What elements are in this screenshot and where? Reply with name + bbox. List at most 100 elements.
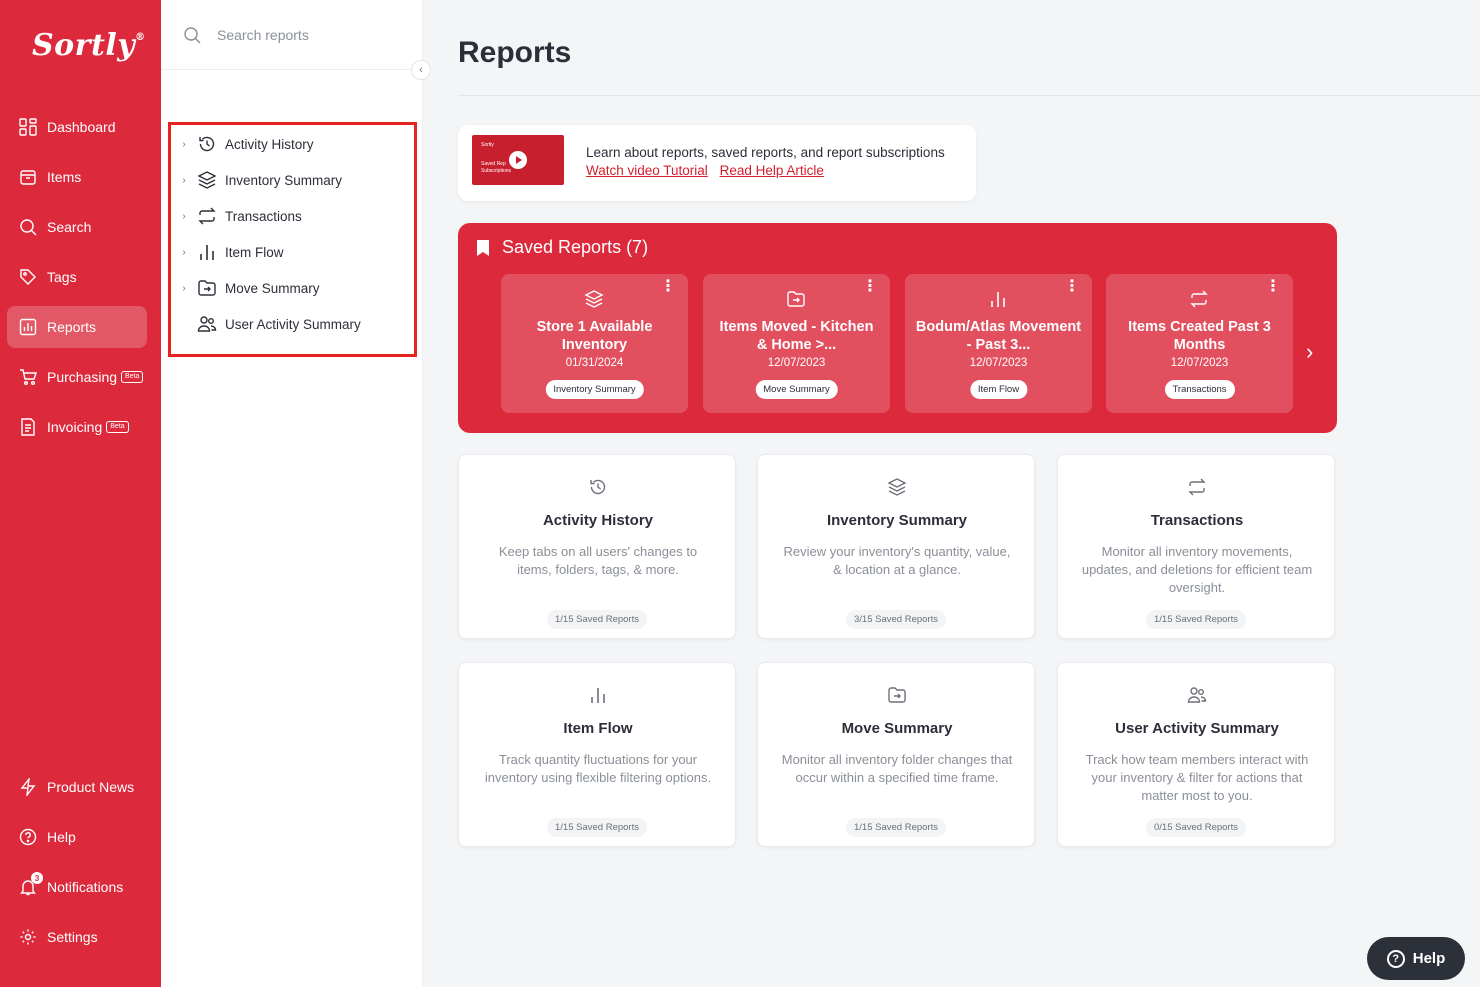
search-input[interactable] [217,26,397,43]
gear-icon [20,929,36,945]
report-card-title: User Activity Summary [1115,720,1279,737]
floating-help-button[interactable]: ? Help [1367,937,1465,980]
saved-report-date: 01/31/2024 [565,357,624,369]
divider [458,95,1480,96]
nav-label: Purchasing [47,369,118,385]
saved-count-badge: 0/15 Saved Reports [1146,818,1246,837]
sidebar: Sortly® Dashboard Items Search Tags Repo… [0,0,161,987]
tree-item-transactions[interactable]: › Transactions [171,201,411,231]
report-card-description: Keep tabs on all users' changes to items… [498,544,698,577]
layers-icon [197,171,217,189]
nav-invoicing[interactable]: Invoicing Beta [7,406,147,448]
saved-report-card[interactable]: ⋮ Store 1 Available Inventory 01/31/2024… [501,274,688,413]
layers-icon [887,478,907,496]
reports-icon [19,318,37,336]
nav-purchasing[interactable]: Purchasing Beta [7,356,147,398]
nav-items[interactable]: Items [7,156,147,198]
chevron-right-icon[interactable]: › [171,247,197,258]
nav-label: Settings [47,929,98,945]
saved-report-date: 12/07/2023 [767,357,826,369]
nav-reports[interactable]: Reports [7,306,147,348]
collapse-panel-button[interactable]: ‹ [411,60,431,80]
main-content: Reports Sortly Saved Rep Subscriptions L… [423,0,1480,987]
search-bar [161,0,423,70]
nav-label: Search [47,219,92,235]
report-card-move-summary[interactable]: Move Summary Monitor all inventory folde… [757,662,1035,847]
nav-help[interactable]: Help [7,816,147,858]
report-card-user-activity-summary[interactable]: User Activity Summary Track how team mem… [1057,662,1335,847]
nav-label: Reports [47,319,97,335]
search-icon [20,219,37,236]
saved-count-badge: 1/15 Saved Reports [547,818,647,837]
dashboard-icon [19,118,37,136]
nav-product-news[interactable]: Product News [7,766,147,808]
nav-label: Tags [47,269,77,285]
folder-move-icon [198,280,216,296]
saved-report-title: Bodum/Atlas Movement - Past 3... [915,319,1082,353]
nav-search[interactable]: Search [7,206,147,248]
tree-item-move-summary[interactable]: › Move Summary [171,273,411,303]
saved-report-card[interactable]: ⋮ Items Created Past 3 Months 12/07/2023… [1106,274,1293,413]
report-card-activity-history[interactable]: Activity History Keep tabs on all users'… [458,454,736,639]
users-icon [1187,687,1207,703]
swap-icon [198,207,216,225]
sortly-logo[interactable]: Sortly® [32,28,146,63]
saved-report-card[interactable]: ⋮ Items Moved - Kitchen & Home >... 12/0… [703,274,890,413]
report-card-title: Activity History [542,512,654,529]
nav-label: Help [47,829,76,845]
tree-item-label: Inventory Summary [225,172,343,188]
chevron-right-icon[interactable]: › [171,211,197,222]
report-card-item-flow[interactable]: Item Flow Track quantity fluctuations fo… [458,662,736,847]
users-icon [197,316,217,332]
more-options-icon[interactable]: ⋮ [1064,279,1080,295]
saved-reports-title: Saved Reports (7) [502,237,649,257]
beta-badge: Beta [121,371,144,383]
watch-video-link[interactable]: Watch video Tutorial [586,163,708,178]
tree-item-label: User Activity Summary [225,316,361,332]
tree-item-item-flow[interactable]: › Item Flow [171,237,411,267]
history-icon [199,136,215,152]
nav-tags[interactable]: Tags [7,256,147,298]
nav-notifications[interactable]: 3 Notifications [7,866,147,908]
invoice-icon [21,418,35,436]
saved-report-card[interactable]: ⋮ Bodum/Atlas Movement - Past 3... 12/07… [905,274,1092,413]
report-card-title: Item Flow [563,720,633,737]
layers-icon [584,290,604,308]
chevron-right-icon[interactable]: › [1306,339,1313,365]
thumb-text: Sortly [481,142,494,148]
nav-settings[interactable]: Settings [7,916,147,958]
more-options-icon[interactable]: ⋮ [1265,279,1281,295]
play-icon[interactable] [509,151,527,169]
page-title: Reports [458,36,572,69]
report-card-description: Review your inventory's quantity, value,… [783,544,1011,577]
more-options-icon[interactable]: ⋮ [862,279,878,295]
report-card-inventory-summary[interactable]: Inventory Summary Review your inventory'… [757,454,1035,639]
chevron-right-icon[interactable]: › [171,139,197,150]
tree-item-label: Transactions [225,208,302,224]
bars-icon [591,688,605,703]
video-thumbnail[interactable]: Sortly Saved Rep Subscriptions [472,135,564,185]
tree-item-user-activity-summary[interactable]: User Activity Summary [171,309,411,339]
tag-icon [20,269,36,285]
report-card-description: Monitor all inventory movements, updates… [1081,544,1313,595]
nav-label: Dashboard [47,119,116,135]
chevron-right-icon[interactable]: › [171,175,197,186]
tree-item-label: Activity History [225,136,314,152]
bars-icon [200,245,214,260]
saved-count-badge: 1/15 Saved Reports [846,818,946,837]
nav-dashboard[interactable]: Dashboard [7,106,147,148]
tree-item-inventory-summary[interactable]: › Inventory Summary [171,165,411,195]
read-help-link[interactable]: Read Help Article [720,163,824,178]
bars-icon [991,292,1005,307]
tree-item-activity-history[interactable]: › Activity History [171,129,411,159]
report-card-transactions[interactable]: Transactions Monitor all inventory movem… [1057,454,1335,639]
question-icon: ? [1386,949,1405,968]
chevron-right-icon[interactable]: › [171,283,197,294]
bolt-icon [20,778,36,796]
swap-icon [1188,478,1206,496]
more-options-icon[interactable]: ⋮ [660,279,676,295]
tutorial-banner: Sortly Saved Rep Subscriptions Learn abo… [458,125,976,201]
report-card-description: Monitor all inventory folder changes tha… [781,752,1013,785]
help-button-label: Help [1412,950,1446,967]
report-type-tag: Move Summary [755,380,838,399]
